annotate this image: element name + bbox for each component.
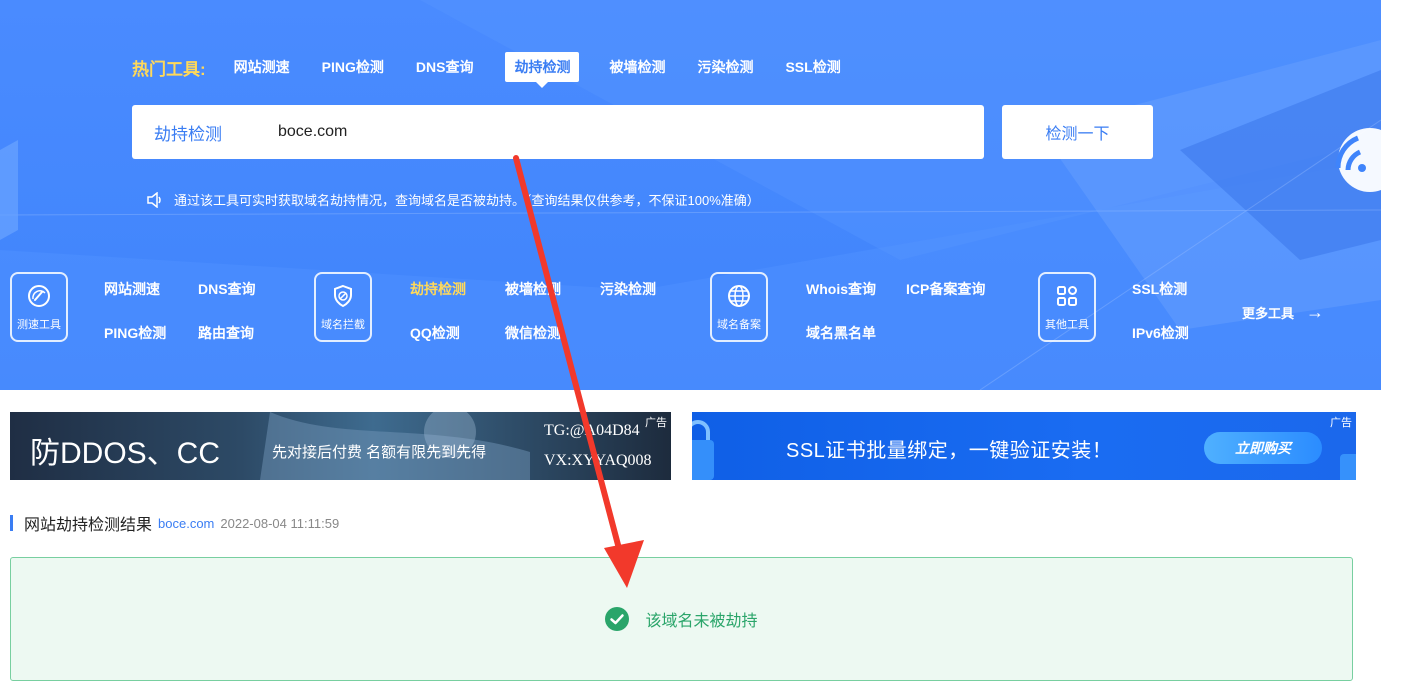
check-button[interactable]: 检测一下 [1002,105,1153,159]
hot-link-ssl[interactable]: SSL检测 [785,57,840,77]
hot-tools-bar: 热门工具: 网站测速 PING检测 DNS查询 劫持检测 被墙检测 污染检测 S… [132,52,873,88]
ad-tag: 广告 [1330,417,1352,429]
category-speed-label: 测速工具 [17,319,61,331]
tool-link-site-speed[interactable]: 网站测速 [104,279,160,299]
globe-icon [728,285,750,307]
ad-ddos-subtitle: 先对接后付费 名额有限先到先得 [272,444,487,461]
ad-ssl-banner[interactable]: SSL证书批量绑定，一键验证安装！ 立即购买 广告 [692,412,1356,480]
hot-link-pollution[interactable]: 污染检测 [697,57,753,77]
tool-link-ping[interactable]: PING检测 [104,323,166,343]
ad-ddos-contact-tg: TG:@A04D84 [544,422,640,439]
category-other-tools[interactable]: 其他工具 [1038,272,1096,342]
speaker-icon [147,191,161,208]
tool-tip: 通过该工具可实时获取域名劫持情况，查询域名是否被劫持。（查询结果仅供参考，不保证… [146,190,760,209]
check-circle-icon [605,607,630,631]
tool-link-ipv6[interactable]: IPv6检测 [1132,323,1189,343]
tool-link-blacklist[interactable]: 域名黑名单 [806,323,876,343]
category-other-label: 其他工具 [1045,319,1089,331]
tool-link-dns-query[interactable]: DNS查询 [198,279,256,299]
grid-icon [1057,286,1077,306]
hot-link-hijack[interactable]: 劫持检测 [505,52,580,88]
tool-link-route[interactable]: 路由查询 [198,323,254,343]
tool-link-icp[interactable]: ICP备案查询 [906,279,985,299]
result-panel: 该域名未被劫持 [10,557,1353,681]
tool-link-pollution[interactable]: 污染检测 [600,279,656,299]
hot-link-speed[interactable]: 网站测速 [234,57,290,77]
category-domain-blocking[interactable]: 域名拦截 [314,272,372,342]
ad-ddos-title: 防DDOS、CC [30,437,221,470]
speedometer-icon [28,285,50,307]
category-speed-tools[interactable]: 测速工具 [10,272,68,342]
result-title: 网站劫持检测结果 [24,517,153,534]
shield-icon [334,284,352,308]
tool-link-wechat[interactable]: 微信检测 [505,323,561,343]
hot-link-blocked[interactable]: 被墙检测 [609,57,665,77]
hot-tools-label: 热门工具: [132,59,206,79]
ad-ssl-title: SSL证书批量绑定，一键验证安装！ [786,440,1113,462]
category-filing-label: 域名备案 [717,319,761,331]
tool-tip-text: 通过该工具可实时获取域名劫持情况，查询域名是否被劫持。（查询结果仅供参考，不保证… [174,193,760,208]
search-box: 劫持检测 [132,105,984,159]
buy-now-button[interactable]: 立即购买 [1204,432,1322,464]
search-type-label[interactable]: 劫持检测 [154,120,276,145]
more-tools-link[interactable]: 更多工具 → [1242,302,1324,323]
category-domain-filing[interactable]: 域名备案 [710,272,768,342]
domain-search-input[interactable] [276,122,960,142]
category-blocking-label: 域名拦截 [321,319,365,331]
ad-ddos-banner[interactable]: 防DDOS、CC 先对接后付费 名额有限先到先得 TG:@A04D84 VX:X… [10,412,671,480]
tool-link-qq[interactable]: QQ检测 [410,323,460,343]
result-domain[interactable]: boce.com [158,516,214,531]
result-message: 该域名未被劫持 [645,613,758,630]
result-timestamp: 2022-08-04 11:11:59 [220,515,340,531]
ad-tag: 广告 [645,417,667,429]
title-accent-bar [10,515,13,531]
ad-ddos-contact-vx: VX:XYYAQ008 [544,452,652,469]
result-section-title: 网站劫持检测结果 boce.com 2022-08-04 11:11:59 [10,512,339,534]
more-tools-label: 更多工具 [1242,306,1295,321]
tool-link-ssl[interactable]: SSL检测 [1132,279,1187,299]
tool-link-blocked[interactable]: 被墙检测 [505,279,561,299]
tool-link-whois[interactable]: Whois查询 [806,279,876,299]
tool-link-hijack[interactable]: 劫持检测 [410,279,466,299]
hot-link-ping[interactable]: PING检测 [322,57,384,77]
arrow-right-icon: → [1306,302,1325,322]
hot-link-dns[interactable]: DNS查询 [416,57,474,77]
